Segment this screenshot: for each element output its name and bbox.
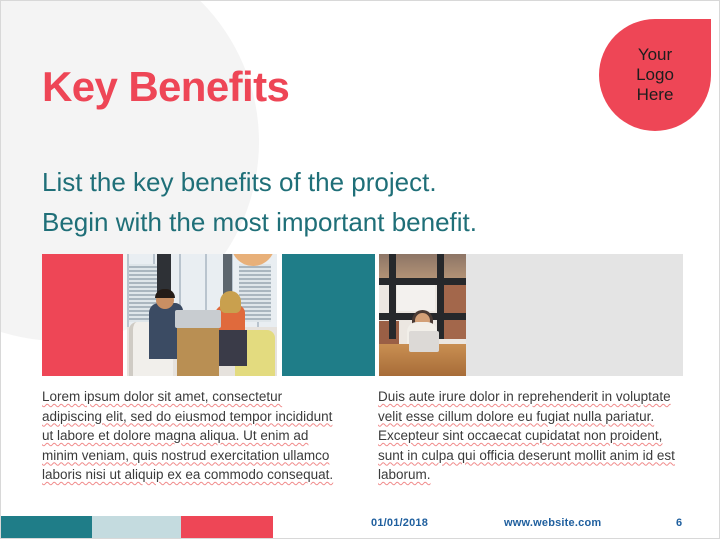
subtitle-line-2: Begin with the most important benefit. xyxy=(42,207,478,237)
body-text-left: Lorem ipsum dolor sit amet, consectetur … xyxy=(42,389,334,482)
slide-title[interactable]: Key Benefits xyxy=(42,63,290,111)
red-color-block[interactable] xyxy=(42,254,123,376)
photo-woman-laptop-loft[interactable] xyxy=(379,254,466,376)
gray-image-placeholder[interactable] xyxy=(466,254,683,376)
slide-subtitle[interactable]: List the key benefits of the project. Be… xyxy=(42,162,477,242)
logo-placeholder-badge[interactable]: Your Logo Here xyxy=(599,19,711,131)
footer-date[interactable]: 01/01/2018 xyxy=(371,517,428,529)
photo-woman-laptop-loft-art xyxy=(379,254,466,376)
footer-website[interactable]: www.website.com xyxy=(504,517,601,529)
logo-line-3: Here xyxy=(636,85,674,105)
logo-line-2: Logo xyxy=(636,64,674,84)
body-text-left-column[interactable]: Lorem ipsum dolor sit amet, consectetur … xyxy=(42,387,342,485)
teal-color-block[interactable] xyxy=(282,254,375,376)
photo-two-people-meeting-art xyxy=(127,254,277,376)
image-strip xyxy=(42,254,683,376)
footer-bar-pale xyxy=(92,516,181,538)
footer-bar-teal xyxy=(1,516,92,538)
body-text-right: Duis aute irure dolor in reprehenderit i… xyxy=(378,389,675,482)
photo-two-people-meeting[interactable] xyxy=(127,254,277,376)
footer-bar-red xyxy=(181,516,273,538)
subtitle-line-1: List the key benefits of the project. xyxy=(42,167,437,197)
logo-line-1: Your xyxy=(637,44,673,64)
footer-page-number[interactable]: 6 xyxy=(676,517,682,529)
slide-canvas: Your Logo Here Key Benefits List the key… xyxy=(0,0,720,539)
body-text-right-column[interactable]: Duis aute irure dolor in reprehenderit i… xyxy=(378,387,683,485)
